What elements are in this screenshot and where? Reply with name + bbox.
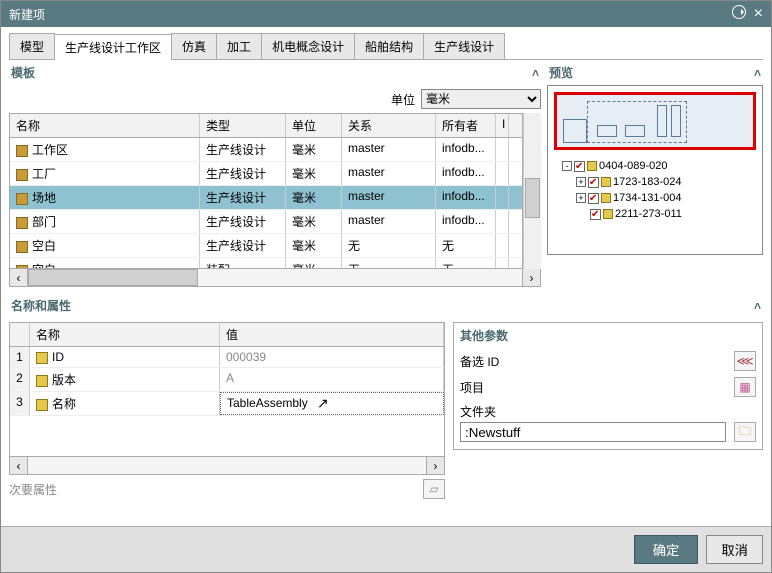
grid-header-cell[interactable]: 关系 (342, 114, 436, 137)
tree-item[interactable]: 2211-273-011 (560, 206, 756, 222)
table-row[interactable]: 工作区生产线设计毫米masterinfodb... (10, 138, 522, 162)
unit-label: 单位 (391, 91, 415, 108)
tab-2[interactable]: 仿真 (171, 33, 217, 59)
preview-image (554, 92, 756, 150)
tree-item[interactable]: +1734-131-004 (560, 190, 756, 206)
tab-5[interactable]: 船舶结构 (354, 33, 424, 59)
folder-label: 文件夹 (460, 403, 756, 420)
prop-row[interactable]: 3名称TableAssembly (10, 392, 444, 416)
refresh-icon[interactable] (732, 5, 746, 19)
table-row[interactable]: 部门生产线设计毫米masterinfodb... (10, 210, 522, 234)
dialog-footer: 确定 取消 (1, 526, 771, 572)
titlebar: 新建项 × (1, 1, 771, 27)
unit-select[interactable]: 毫米 (421, 89, 541, 109)
props-grid: 名称 值 1ID0000392版本A3名称TableAssembly (9, 322, 445, 457)
folder-browse-button[interactable]: 🗀 (734, 422, 756, 442)
preview-label: 预览 (549, 64, 573, 81)
secondary-props-icon[interactable]: ▱ (423, 479, 445, 499)
collapse-props-icon[interactable]: ˄ (754, 299, 761, 313)
grid-header-cell[interactable]: 单位 (286, 114, 342, 137)
window-title: 新建项 (9, 6, 45, 23)
tree-item[interactable]: -0404-089-020 (560, 158, 756, 174)
alt-id-button[interactable]: ⋘ (734, 351, 756, 371)
dialog-window: 新建项 × 模型生产线设计工作区仿真加工机电概念设计船舶结构生产线设计 模板 ˄… (0, 0, 772, 573)
template-grid: 名称类型单位关系所有者I 工作区生产线设计毫米masterinfodb...工厂… (9, 113, 523, 269)
folder-input[interactable] (460, 422, 726, 442)
tab-3[interactable]: 加工 (216, 33, 262, 59)
tab-6[interactable]: 生产线设计 (423, 33, 505, 59)
collapse-preview-icon[interactable]: ˄ (754, 66, 761, 80)
table-row[interactable]: 空白生产线设计毫米无无 (10, 234, 522, 258)
other-params-label: 其他参数 (460, 327, 756, 348)
tab-1[interactable]: 生产线设计工作区 (54, 34, 172, 60)
horizontal-scrollbar[interactable]: ‹ › (9, 269, 541, 287)
table-row[interactable]: 空白装配毫米无无 (10, 258, 522, 268)
cancel-button[interactable]: 取消 (706, 535, 763, 564)
ok-button[interactable]: 确定 (634, 535, 699, 564)
alt-id-label: 备选 ID (460, 353, 734, 370)
tree-item[interactable]: +1723-183-024 (560, 174, 756, 190)
vertical-scrollbar[interactable] (523, 113, 541, 269)
props-horizontal-scrollbar[interactable]: ‹ › (9, 457, 445, 475)
table-row[interactable]: 工厂生产线设计毫米masterinfodb... (10, 162, 522, 186)
tab-0[interactable]: 模型 (9, 33, 55, 59)
scroll-right-icon[interactable]: › (522, 269, 540, 286)
tab-bar: 模型生产线设计工作区仿真加工机电概念设计船舶结构生产线设计 (9, 33, 763, 60)
project-button[interactable]: ▦ (734, 377, 756, 397)
template-label: 模板 (11, 64, 35, 81)
preview-box: -0404-089-020+1723-183-024+1734-131-0042… (547, 85, 763, 255)
grid-header-cell[interactable]: 名称 (10, 114, 200, 137)
secondary-props-label: 次要属性 (9, 481, 57, 498)
table-row[interactable]: 场地生产线设计毫米masterinfodb... (10, 186, 522, 210)
prop-row[interactable]: 2版本A (10, 368, 444, 392)
props-col-value: 值 (220, 323, 444, 346)
other-params: 其他参数 备选 ID ⋘ 项目 ▦ 文件夹 🗀 (453, 322, 763, 450)
collapse-template-icon[interactable]: ˄ (532, 66, 539, 80)
grid-header-cell[interactable]: 所有者 (436, 114, 496, 137)
scroll-left-icon[interactable]: ‹ (10, 457, 28, 474)
props-col-name: 名称 (30, 323, 220, 346)
tab-4[interactable]: 机电概念设计 (261, 33, 355, 59)
grid-header-cell[interactable]: I (496, 114, 509, 137)
grid-header-cell[interactable]: 类型 (200, 114, 286, 137)
scroll-left-icon[interactable]: ‹ (10, 269, 28, 286)
close-icon[interactable]: × (754, 5, 763, 23)
scroll-right-icon[interactable]: › (426, 457, 444, 474)
project-label: 项目 (460, 379, 734, 396)
props-label: 名称和属性 (11, 297, 71, 314)
prop-row[interactable]: 1ID000039 (10, 347, 444, 368)
preview-tree: -0404-089-020+1723-183-024+1734-131-0042… (554, 158, 756, 222)
